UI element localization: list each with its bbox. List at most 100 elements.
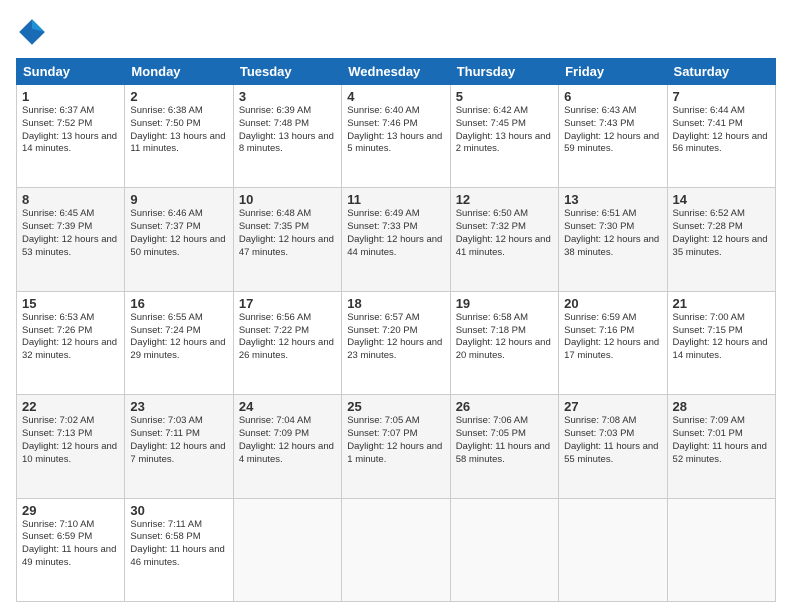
calendar: SundayMondayTuesdayWednesdayThursdayFrid… xyxy=(16,58,776,602)
cell-info: Sunrise: 7:08 AMSunset: 7:03 PMDaylight:… xyxy=(564,415,661,466)
cell-info: Sunrise: 6:46 AMSunset: 7:37 PMDaylight:… xyxy=(130,208,227,259)
calendar-cell: 21 Sunrise: 7:00 AMSunset: 7:15 PMDaylig… xyxy=(667,291,775,394)
col-header-saturday: Saturday xyxy=(667,59,775,85)
calendar-week-2: 8 Sunrise: 6:45 AMSunset: 7:39 PMDayligh… xyxy=(17,188,776,291)
day-number: 13 xyxy=(564,192,661,207)
calendar-week-5: 29 Sunrise: 7:10 AMSunset: 6:59 PMDaylig… xyxy=(17,498,776,601)
cell-info: Sunrise: 6:38 AMSunset: 7:50 PMDaylight:… xyxy=(130,105,227,156)
day-number: 9 xyxy=(130,192,227,207)
calendar-cell: 13 Sunrise: 6:51 AMSunset: 7:30 PMDaylig… xyxy=(559,188,667,291)
cell-info: Sunrise: 6:44 AMSunset: 7:41 PMDaylight:… xyxy=(673,105,770,156)
calendar-cell: 16 Sunrise: 6:55 AMSunset: 7:24 PMDaylig… xyxy=(125,291,233,394)
cell-info: Sunrise: 7:00 AMSunset: 7:15 PMDaylight:… xyxy=(673,312,770,363)
calendar-cell: 15 Sunrise: 6:53 AMSunset: 7:26 PMDaylig… xyxy=(17,291,125,394)
day-number: 22 xyxy=(22,399,119,414)
cell-info: Sunrise: 6:43 AMSunset: 7:43 PMDaylight:… xyxy=(564,105,661,156)
day-number: 8 xyxy=(22,192,119,207)
col-header-friday: Friday xyxy=(559,59,667,85)
day-number: 12 xyxy=(456,192,553,207)
calendar-cell xyxy=(559,498,667,601)
cell-info: Sunrise: 6:57 AMSunset: 7:20 PMDaylight:… xyxy=(347,312,444,363)
cell-info: Sunrise: 7:04 AMSunset: 7:09 PMDaylight:… xyxy=(239,415,336,466)
day-number: 7 xyxy=(673,89,770,104)
col-header-tuesday: Tuesday xyxy=(233,59,341,85)
calendar-cell: 25 Sunrise: 7:05 AMSunset: 7:07 PMDaylig… xyxy=(342,395,450,498)
cell-info: Sunrise: 7:06 AMSunset: 7:05 PMDaylight:… xyxy=(456,415,553,466)
col-header-sunday: Sunday xyxy=(17,59,125,85)
calendar-cell xyxy=(450,498,558,601)
calendar-cell: 8 Sunrise: 6:45 AMSunset: 7:39 PMDayligh… xyxy=(17,188,125,291)
calendar-cell: 2 Sunrise: 6:38 AMSunset: 7:50 PMDayligh… xyxy=(125,85,233,188)
day-number: 4 xyxy=(347,89,444,104)
cell-info: Sunrise: 6:50 AMSunset: 7:32 PMDaylight:… xyxy=(456,208,553,259)
cell-info: Sunrise: 7:02 AMSunset: 7:13 PMDaylight:… xyxy=(22,415,119,466)
day-number: 30 xyxy=(130,503,227,518)
day-number: 6 xyxy=(564,89,661,104)
calendar-week-4: 22 Sunrise: 7:02 AMSunset: 7:13 PMDaylig… xyxy=(17,395,776,498)
calendar-cell: 3 Sunrise: 6:39 AMSunset: 7:48 PMDayligh… xyxy=(233,85,341,188)
day-number: 29 xyxy=(22,503,119,518)
cell-info: Sunrise: 6:55 AMSunset: 7:24 PMDaylight:… xyxy=(130,312,227,363)
calendar-cell: 10 Sunrise: 6:48 AMSunset: 7:35 PMDaylig… xyxy=(233,188,341,291)
day-number: 15 xyxy=(22,296,119,311)
cell-info: Sunrise: 6:49 AMSunset: 7:33 PMDaylight:… xyxy=(347,208,444,259)
logo-icon xyxy=(16,16,48,48)
cell-info: Sunrise: 6:48 AMSunset: 7:35 PMDaylight:… xyxy=(239,208,336,259)
day-number: 27 xyxy=(564,399,661,414)
calendar-cell: 5 Sunrise: 6:42 AMSunset: 7:45 PMDayligh… xyxy=(450,85,558,188)
cell-info: Sunrise: 6:45 AMSunset: 7:39 PMDaylight:… xyxy=(22,208,119,259)
day-number: 16 xyxy=(130,296,227,311)
day-number: 14 xyxy=(673,192,770,207)
cell-info: Sunrise: 6:59 AMSunset: 7:16 PMDaylight:… xyxy=(564,312,661,363)
cell-info: Sunrise: 7:05 AMSunset: 7:07 PMDaylight:… xyxy=(347,415,444,466)
day-number: 20 xyxy=(564,296,661,311)
day-number: 24 xyxy=(239,399,336,414)
day-number: 25 xyxy=(347,399,444,414)
calendar-cell xyxy=(667,498,775,601)
calendar-cell: 27 Sunrise: 7:08 AMSunset: 7:03 PMDaylig… xyxy=(559,395,667,498)
calendar-cell: 19 Sunrise: 6:58 AMSunset: 7:18 PMDaylig… xyxy=(450,291,558,394)
cell-info: Sunrise: 7:03 AMSunset: 7:11 PMDaylight:… xyxy=(130,415,227,466)
col-header-wednesday: Wednesday xyxy=(342,59,450,85)
cell-info: Sunrise: 6:56 AMSunset: 7:22 PMDaylight:… xyxy=(239,312,336,363)
cell-info: Sunrise: 7:11 AMSunset: 6:58 PMDaylight:… xyxy=(130,519,227,570)
day-number: 28 xyxy=(673,399,770,414)
calendar-cell: 18 Sunrise: 6:57 AMSunset: 7:20 PMDaylig… xyxy=(342,291,450,394)
day-number: 23 xyxy=(130,399,227,414)
calendar-cell: 28 Sunrise: 7:09 AMSunset: 7:01 PMDaylig… xyxy=(667,395,775,498)
day-number: 1 xyxy=(22,89,119,104)
day-number: 3 xyxy=(239,89,336,104)
calendar-cell: 11 Sunrise: 6:49 AMSunset: 7:33 PMDaylig… xyxy=(342,188,450,291)
col-header-monday: Monday xyxy=(125,59,233,85)
calendar-header-row: SundayMondayTuesdayWednesdayThursdayFrid… xyxy=(17,59,776,85)
day-number: 18 xyxy=(347,296,444,311)
cell-info: Sunrise: 7:09 AMSunset: 7:01 PMDaylight:… xyxy=(673,415,770,466)
cell-info: Sunrise: 6:40 AMSunset: 7:46 PMDaylight:… xyxy=(347,105,444,156)
cell-info: Sunrise: 6:39 AMSunset: 7:48 PMDaylight:… xyxy=(239,105,336,156)
calendar-cell: 6 Sunrise: 6:43 AMSunset: 7:43 PMDayligh… xyxy=(559,85,667,188)
calendar-cell: 20 Sunrise: 6:59 AMSunset: 7:16 PMDaylig… xyxy=(559,291,667,394)
page: SundayMondayTuesdayWednesdayThursdayFrid… xyxy=(0,0,792,612)
calendar-cell: 23 Sunrise: 7:03 AMSunset: 7:11 PMDaylig… xyxy=(125,395,233,498)
calendar-cell: 26 Sunrise: 7:06 AMSunset: 7:05 PMDaylig… xyxy=(450,395,558,498)
day-number: 19 xyxy=(456,296,553,311)
day-number: 2 xyxy=(130,89,227,104)
cell-info: Sunrise: 6:53 AMSunset: 7:26 PMDaylight:… xyxy=(22,312,119,363)
day-number: 17 xyxy=(239,296,336,311)
cell-info: Sunrise: 6:42 AMSunset: 7:45 PMDaylight:… xyxy=(456,105,553,156)
day-number: 10 xyxy=(239,192,336,207)
cell-info: Sunrise: 7:10 AMSunset: 6:59 PMDaylight:… xyxy=(22,519,119,570)
calendar-week-3: 15 Sunrise: 6:53 AMSunset: 7:26 PMDaylig… xyxy=(17,291,776,394)
calendar-cell: 1 Sunrise: 6:37 AMSunset: 7:52 PMDayligh… xyxy=(17,85,125,188)
calendar-cell: 12 Sunrise: 6:50 AMSunset: 7:32 PMDaylig… xyxy=(450,188,558,291)
day-number: 11 xyxy=(347,192,444,207)
header xyxy=(16,16,776,48)
calendar-cell: 22 Sunrise: 7:02 AMSunset: 7:13 PMDaylig… xyxy=(17,395,125,498)
calendar-cell xyxy=(342,498,450,601)
day-number: 5 xyxy=(456,89,553,104)
logo xyxy=(16,16,52,48)
calendar-cell: 7 Sunrise: 6:44 AMSunset: 7:41 PMDayligh… xyxy=(667,85,775,188)
calendar-cell: 4 Sunrise: 6:40 AMSunset: 7:46 PMDayligh… xyxy=(342,85,450,188)
cell-info: Sunrise: 6:51 AMSunset: 7:30 PMDaylight:… xyxy=(564,208,661,259)
cell-info: Sunrise: 6:52 AMSunset: 7:28 PMDaylight:… xyxy=(673,208,770,259)
